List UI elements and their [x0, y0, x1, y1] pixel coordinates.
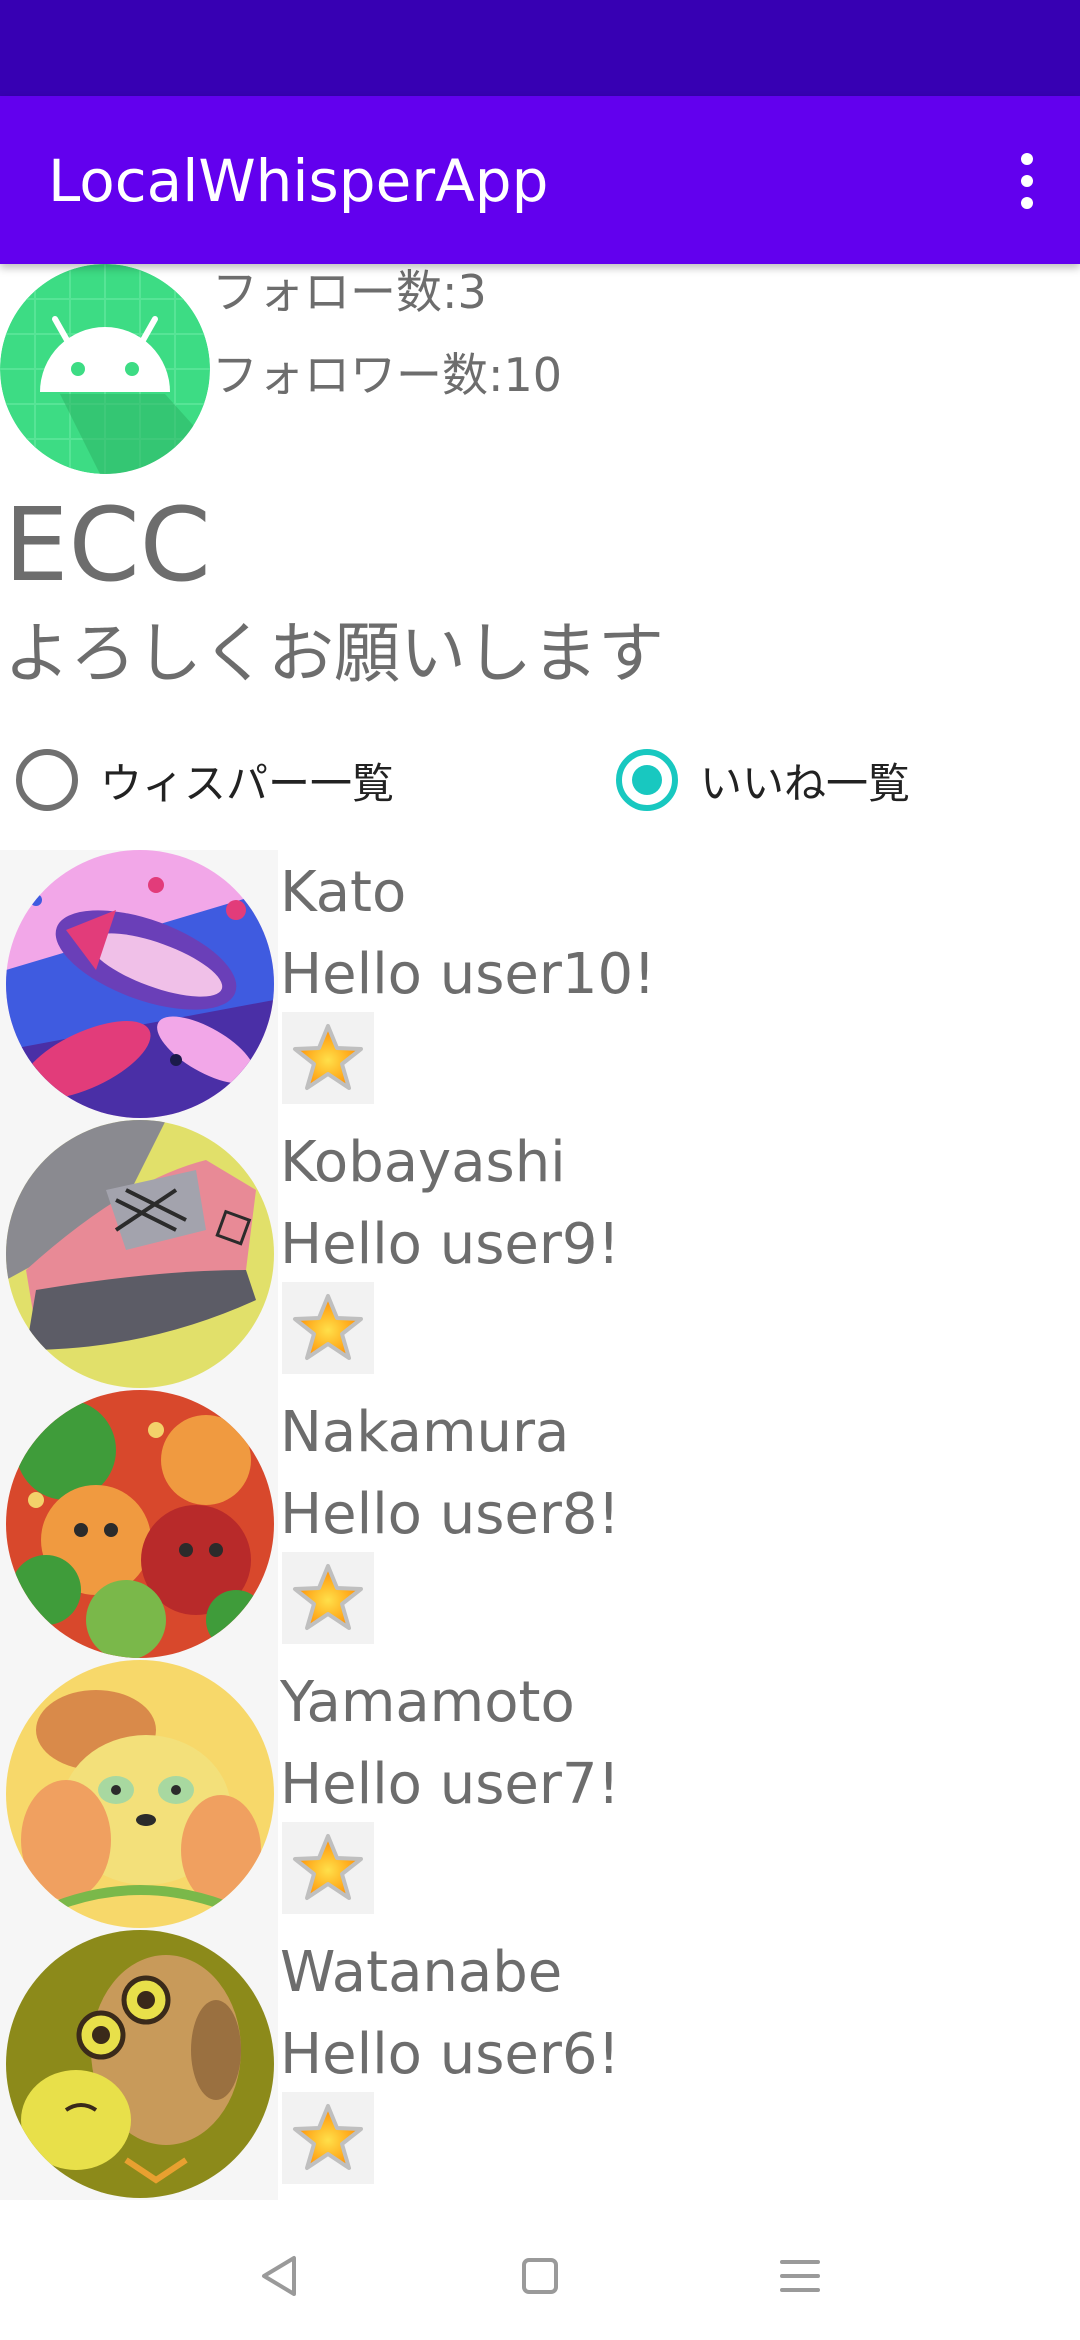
- like-star-button[interactable]: [282, 2092, 374, 2184]
- home-square-icon[interactable]: [500, 2236, 580, 2316]
- star-icon: [293, 1564, 363, 1630]
- profile-name: ECC: [4, 486, 211, 605]
- app-title: LocalWhisperApp: [48, 147, 549, 215]
- radio-whisper-list[interactable]: ウィスパー一覧: [16, 740, 394, 820]
- app-bar: LocalWhisperApp: [0, 96, 1080, 264]
- item-user-name: Yamamoto: [280, 1670, 575, 1735]
- star-icon: [293, 1834, 363, 1900]
- item-message: Hello user10!: [280, 942, 656, 1007]
- star-icon: [293, 2104, 363, 2170]
- radio-likes-list[interactable]: いいね一覧: [616, 740, 910, 820]
- item-user-name: Watanabe: [280, 1940, 563, 2005]
- more-vert-icon[interactable]: [1002, 146, 1052, 216]
- item-user-name: Kobayashi: [280, 1130, 566, 1195]
- profile-bio: よろしくお願いします: [4, 615, 664, 692]
- like-star-button[interactable]: [282, 1552, 374, 1644]
- avatar[interactable]: [6, 1120, 274, 1388]
- list-item[interactable]: Kobayashi Hello user9!: [0, 1120, 1080, 1390]
- radio-label: ウィスパー一覧: [100, 758, 395, 808]
- whisper-list[interactable]: Kato Hello user10! Kobayashi Hello user9…: [0, 850, 1080, 2206]
- avatar-container: [0, 850, 278, 1120]
- item-user-name: Kato: [280, 860, 407, 925]
- status-bar: [0, 0, 1080, 96]
- list-item[interactable]: Nakamura Hello user8!: [0, 1390, 1080, 1660]
- back-triangle-icon[interactable]: [240, 2236, 320, 2316]
- item-message: Hello user7!: [280, 1752, 620, 1817]
- menu-lines-icon[interactable]: [760, 2236, 840, 2316]
- list-item[interactable]: Yamamoto Hello user7!: [0, 1660, 1080, 1930]
- item-user-name: Nakamura: [280, 1400, 570, 1465]
- android-icon: [0, 264, 210, 474]
- follower-count[interactable]: フォロワー数:10: [212, 347, 562, 403]
- star-icon: [293, 1294, 363, 1360]
- avatar[interactable]: [6, 1660, 274, 1928]
- star-icon: [293, 1024, 363, 1090]
- item-message: Hello user9!: [280, 1212, 620, 1277]
- radio-checked-icon[interactable]: [616, 749, 678, 811]
- follow-count[interactable]: フォロー数:3: [212, 264, 487, 320]
- radio-unchecked-icon[interactable]: [16, 749, 78, 811]
- like-star-button[interactable]: [282, 1012, 374, 1104]
- system-navigation-bar: [0, 2206, 1080, 2340]
- item-message: Hello user8!: [280, 1482, 620, 1547]
- like-star-button[interactable]: [282, 1282, 374, 1374]
- avatar-container: [0, 1930, 278, 2200]
- avatar[interactable]: [6, 1390, 274, 1658]
- list-mode-radio-group: ウィスパー一覧 いいね一覧: [0, 740, 1080, 820]
- avatar-container: [0, 1120, 278, 1390]
- like-star-button[interactable]: [282, 1822, 374, 1914]
- radio-label: いいね一覧: [700, 758, 911, 808]
- avatar-container: [0, 1390, 278, 1660]
- avatar[interactable]: [6, 850, 274, 1118]
- list-item[interactable]: Kato Hello user10!: [0, 850, 1080, 1120]
- item-message: Hello user6!: [280, 2022, 620, 2087]
- avatar-container: [0, 1660, 278, 1930]
- avatar[interactable]: [6, 1930, 274, 2198]
- list-item[interactable]: Watanabe Hello user6!: [0, 1930, 1080, 2200]
